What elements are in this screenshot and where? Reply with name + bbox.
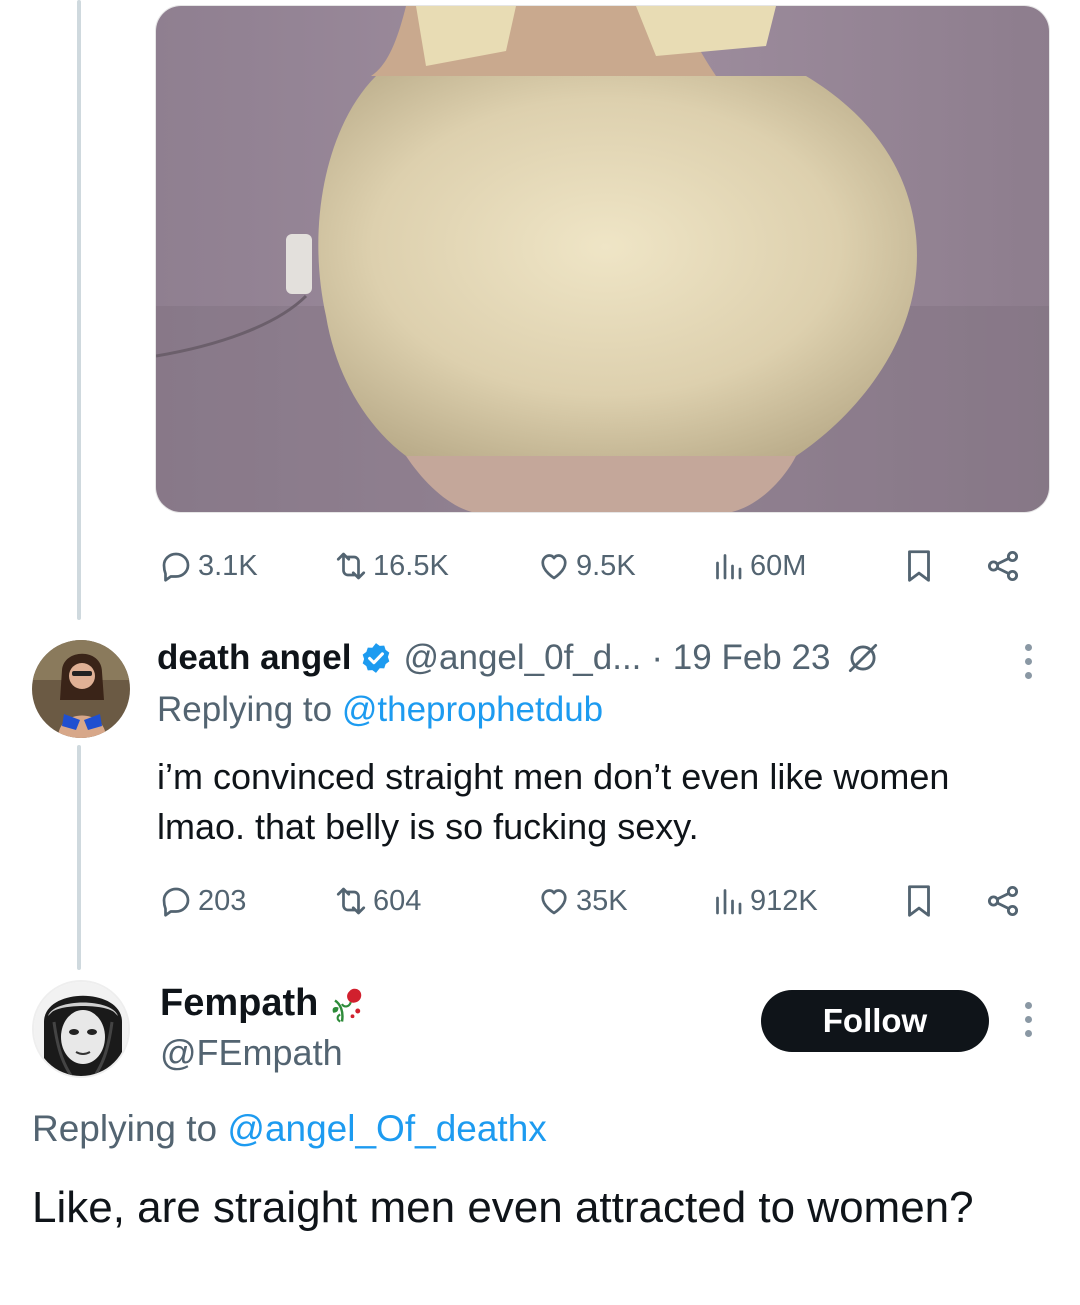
bookmark-icon [908,550,930,582]
repost-button[interactable]: 16.5K [333,541,449,591]
parent-tweet-actions: 3.1K 16.5K 9.5K 60M [158,541,1038,591]
reply-icon [162,887,190,917]
views-icon [716,889,742,915]
reply-button[interactable]: 203 [158,876,246,926]
follow-button[interactable]: Follow [761,990,989,1052]
reply-tweet-actions: 203 604 35K 912K [158,876,1038,926]
tweet-text: i’m convinced straight men don’t even li… [157,756,950,847]
tweet-media-image[interactable] [155,5,1050,513]
repost-count: 604 [373,884,422,917]
reply-count: 3.1K [198,549,258,582]
photo-illustration [156,6,1049,512]
view-count: 60M [750,549,807,582]
circle-slash-icon [849,643,878,673]
tweet-date[interactable]: · 19 Feb 23 [651,638,830,678]
reply-count: 203 [198,884,247,917]
replying-to-link[interactable]: @theprophetdub [342,690,603,729]
replying-to-link[interactable]: @angel_Of_deathx [227,1108,546,1149]
replying-label: Replying to [157,690,333,729]
reply-icon [162,552,190,582]
verified-badge-icon [363,643,390,673]
heart-icon [541,889,567,915]
heart-icon [541,554,567,580]
repost-icon [336,887,366,915]
avatar-photo [34,982,128,1076]
handle[interactable]: @angel_0f_d... [403,638,641,678]
views-button[interactable]: 912K [710,876,818,926]
views-button[interactable]: 60M [710,541,806,591]
bookmark-button[interactable] [900,541,938,591]
reply-button[interactable]: 3.1K [158,541,258,591]
tweet-text: Like, are straight men even attracted to… [32,1183,974,1232]
like-count: 35K [576,884,628,917]
repost-icon [336,552,366,580]
share-button[interactable] [984,876,1022,926]
avatar-photo [32,640,130,738]
bookmark-icon [908,885,930,917]
like-button[interactable]: 35K [536,876,628,926]
display-name[interactable]: death angel [157,638,351,678]
like-count: 9.5K [576,549,636,582]
repost-button[interactable]: 604 [333,876,421,926]
replying-label: Replying to [32,1108,218,1149]
bookmark-button[interactable] [900,876,938,926]
views-icon [716,554,742,580]
thread-line [77,0,81,620]
like-button[interactable]: 9.5K [536,541,636,591]
handle[interactable]: @FEmpath [160,1032,343,1074]
more-options-icon[interactable] [1025,1002,1032,1037]
avatar[interactable] [32,980,130,1078]
replying-to-line: Replying to @angel_Of_deathx [32,1108,547,1150]
share-icon [987,550,1019,582]
thread-line [77,745,81,970]
avatar[interactable] [32,640,130,738]
repost-count: 16.5K [373,549,449,582]
replying-to-line: Replying to @theprophetdub [157,690,603,730]
view-count: 912K [750,884,818,917]
main-tweet-author: Fempath [160,982,370,1025]
more-options-icon[interactable] [1025,644,1032,679]
wilted-rose-icon [332,988,362,1022]
share-icon [987,885,1019,917]
reply-tweet-header: death angel @angel_0f_d... · 19 Feb 23 [157,634,882,682]
display-name[interactable]: Fempath [160,982,318,1025]
share-button[interactable] [984,541,1022,591]
